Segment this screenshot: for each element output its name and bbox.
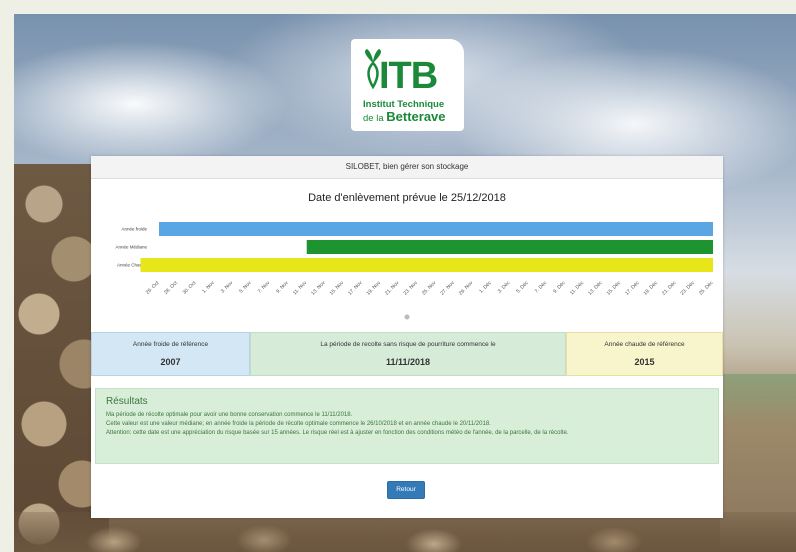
results-line3: Attention: cette date est une appréciati… [106,430,569,436]
results-panel: Résultats Ma période de récolte optimale… [95,388,719,464]
x-tick-label: 9. Nov [275,280,290,295]
x-tick-label: 23. Déc [680,280,697,297]
x-tick-label: 15. Déc [606,280,623,297]
x-tick-label: 9. Déc [552,280,567,295]
bar-label: Année froide [121,227,147,232]
cold-year-label: Année froide de référence [132,341,209,348]
x-tick-label: 29. Nov [458,280,475,297]
cold-year-value: 2007 [160,357,181,367]
x-tick-label: 25. Déc [698,280,715,297]
x-tick-label: 19. Nov [366,280,383,297]
logo-line2-bold: Betterave [386,109,446,124]
x-tick-label: 3. Déc [497,280,512,295]
harvest-start-value: 11/11/2018 [385,357,431,367]
x-tick-label: 26. Oct [145,280,161,296]
x-tick-label: 27. Nov [439,280,456,297]
hot-year-box: Année chaude de référence 2015 [566,332,723,376]
x-tick-label: 25. Nov [421,280,438,297]
retour-button[interactable]: Retour [387,481,425,499]
results-title: Résultats [106,396,148,407]
logo-line2: de la Betterave [363,110,446,126]
x-tick-label: 11. Nov [292,280,309,297]
itb-logo: ITB Institut Technique de la Betterave [351,39,464,131]
x-tick-label: 5. Déc [515,280,530,295]
x-tick-label: 13. Nov [310,280,327,297]
scroll-dot-icon[interactable] [404,314,410,320]
x-tick-label: 21. Déc [661,280,678,297]
range-bar [159,222,713,236]
x-tick-label: 23. Nov [403,280,420,297]
x-tick-label: 1. Déc [478,280,493,295]
results-line1: Ma période de récolte optimale pour avoi… [106,412,353,418]
hot-year-value: 2015 [634,357,655,367]
x-tick-label: 7. Nov [257,280,272,295]
harvest-chart: Année froideAnnée MédianeAnnée Chaude26.… [115,222,715,320]
results-line2: Cette valeur est une valeur médiane; en … [106,421,491,427]
x-tick-label: 17. Nov [347,280,364,297]
x-tick-label: 1. Nov [201,280,216,295]
x-tick-label: 28. Oct [163,280,179,296]
x-tick-label: 19. Déc [643,280,660,297]
x-tick-label: 21. Nov [384,280,401,297]
harvest-start-box: La période de recolte sans risque de pou… [250,332,566,376]
range-bar [306,240,713,254]
logo-wordmark: ITB [379,55,438,97]
x-tick-label: 17. Déc [624,280,641,297]
range-bar [140,258,713,272]
x-tick-label: 30. Oct [182,280,198,296]
panel-header: SILOBET, bien gérer son stockage [91,156,723,179]
cold-year-box: Année froide de référence 2007 [91,332,250,376]
beet-pile-bottom [14,512,796,552]
x-tick-label: 13. Déc [587,280,604,297]
bar-label: Année Médiane [115,245,147,250]
x-tick-label: 11. Déc [569,280,586,297]
x-tick-label: 7. Déc [534,280,549,295]
logo-line2-prefix: de la [363,113,384,124]
hot-year-label: Année chaude de référence [604,341,685,348]
x-tick-label: 15. Nov [329,280,346,297]
chart-title: Date d'enlèvement prévue le 25/12/2018 [308,192,506,204]
harvest-start-label: La période de recolte sans risque de pou… [320,341,496,348]
x-tick-label: 3. Nov [220,280,235,295]
x-tick-label: 5. Nov [238,280,253,295]
silobet-panel: SILOBET, bien gérer son stockage Date d'… [91,156,723,518]
